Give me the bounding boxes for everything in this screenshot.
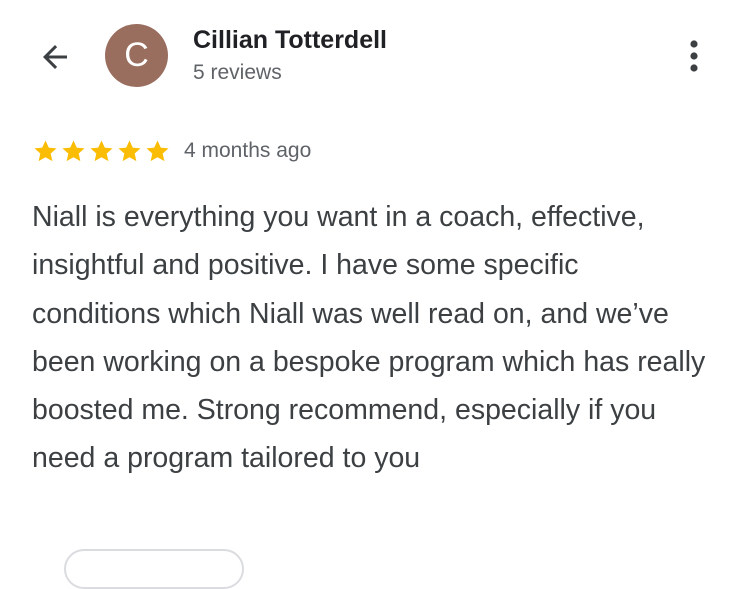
star-rating <box>32 138 171 165</box>
reviewer-review-count: 5 reviews <box>193 61 282 84</box>
back-button[interactable] <box>30 34 80 80</box>
review-date: 4 months ago <box>184 139 312 162</box>
helpful-button[interactable] <box>64 549 244 589</box>
star-icon <box>146 139 169 161</box>
rating-row: 4 months ago <box>32 136 311 166</box>
more-options-button[interactable] <box>676 36 712 76</box>
reviewer-name[interactable]: Cillian Totterdell <box>193 26 387 55</box>
review-header: C Cillian Totterdell 5 reviews <box>0 0 750 110</box>
avatar-initial: C <box>124 36 149 74</box>
more-vert-icon <box>690 40 698 72</box>
review-text: Niall is everything you want in a coach,… <box>32 201 706 475</box>
star-icon <box>34 139 57 161</box>
arrow-back-icon <box>43 45 67 69</box>
star-icon <box>62 139 85 161</box>
star-icon <box>90 139 113 161</box>
star-icon <box>118 139 141 161</box>
avatar[interactable]: C <box>105 24 168 87</box>
